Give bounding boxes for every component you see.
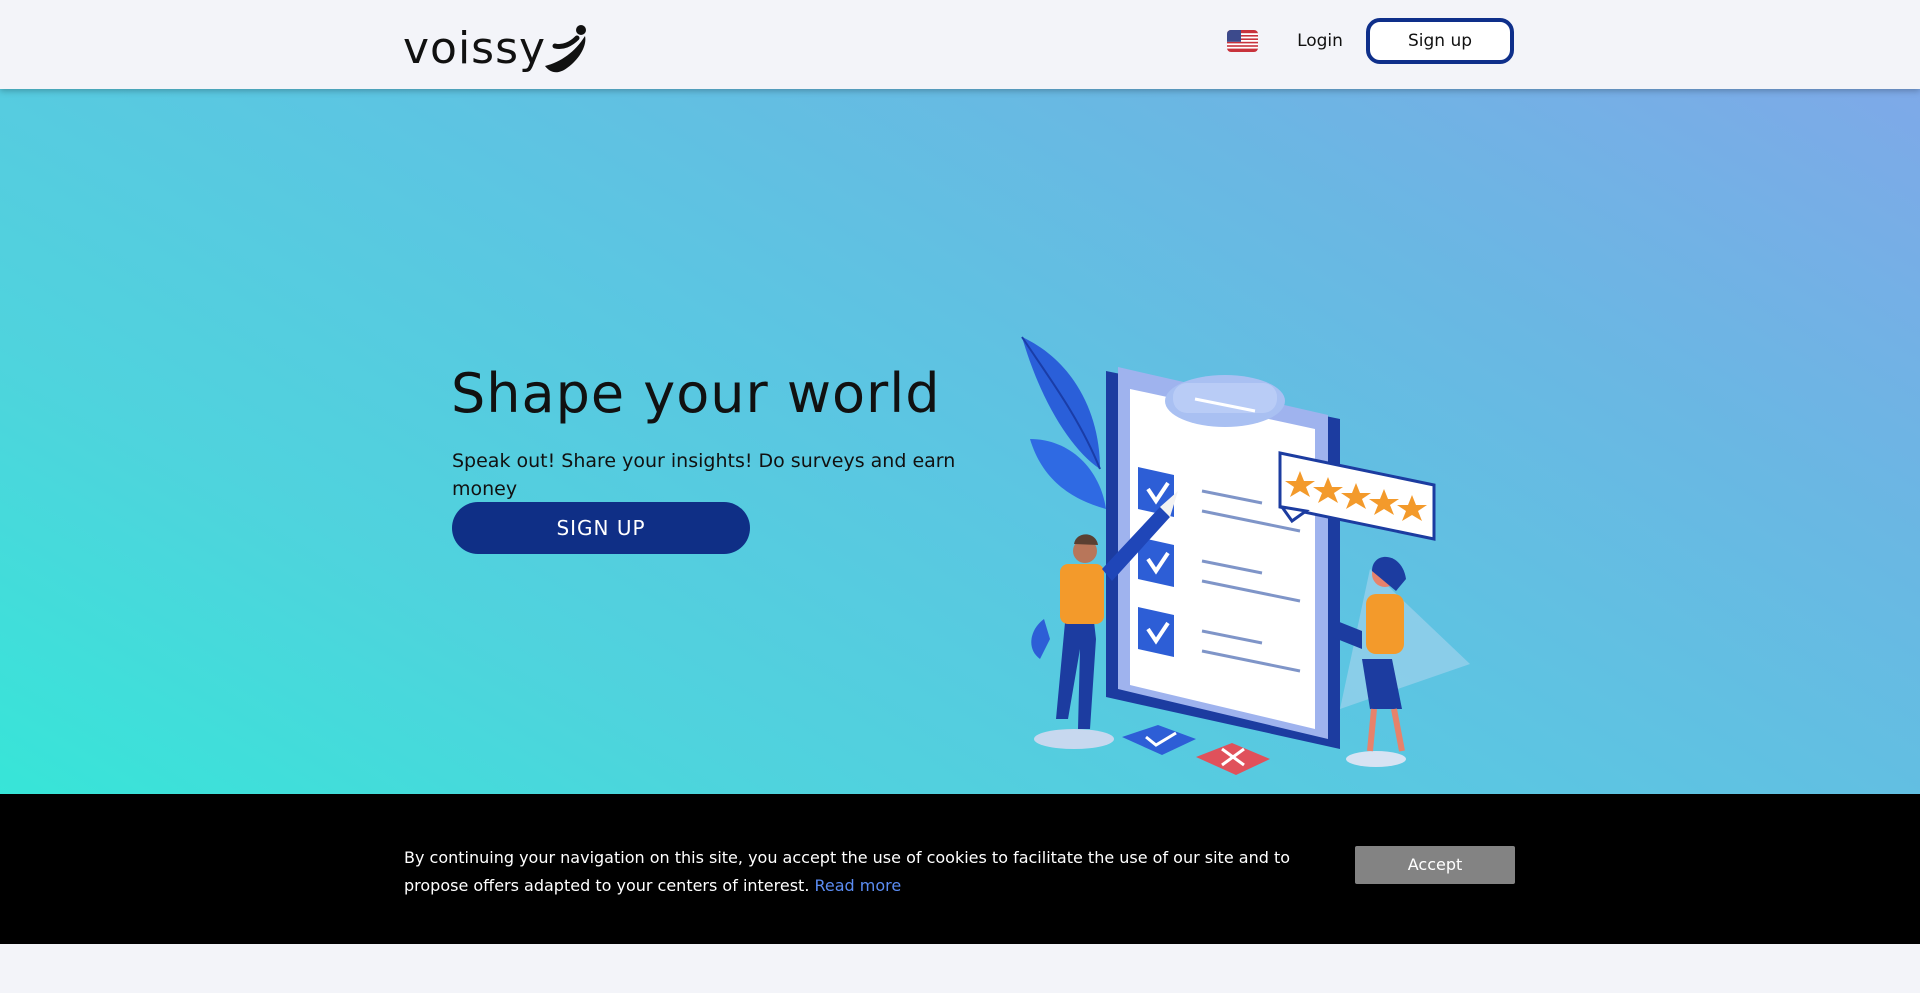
cookie-banner: By continuing your navigation on this si… (0, 794, 1920, 944)
login-link[interactable]: Login (1290, 28, 1350, 54)
site-header: voissy Login Sign up (0, 0, 1920, 89)
accept-cookies-button[interactable]: Accept (1355, 846, 1515, 884)
survey-clipboard-illustration (1021, 336, 1470, 775)
voissy-logo[interactable]: voissy (403, 22, 593, 76)
us-flag-icon[interactable] (1227, 30, 1258, 52)
header-signup-button[interactable]: Sign up (1366, 18, 1514, 64)
logo-wordmark: voissy (403, 23, 547, 74)
cookie-message: By continuing your navigation on this si… (404, 844, 1304, 900)
hero-signup-button[interactable]: SIGN UP (452, 502, 750, 554)
logo-swoosh-icon (545, 25, 586, 73)
read-more-link[interactable]: Read more (815, 876, 902, 895)
hero-title: Shape your world (451, 362, 941, 425)
hero-subtitle: Speak out! Share your insights! Do surve… (452, 450, 956, 500)
hero-section: Shape your world Speak out! Share your i… (0, 89, 1920, 794)
